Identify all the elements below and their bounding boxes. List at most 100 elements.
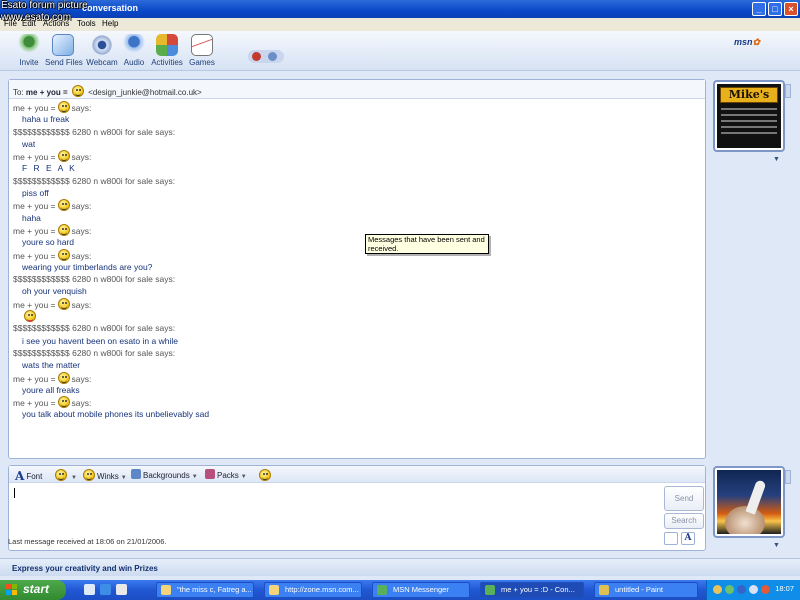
message-text: oh your venquish — [13, 285, 701, 297]
sender-name: me + you = — [13, 152, 56, 163]
message-body: piss off — [22, 188, 49, 199]
webcam-button[interactable]: Webcam — [84, 34, 120, 67]
messenger-icon — [485, 585, 495, 595]
backgrounds-button[interactable]: Backgrounds ▼ — [131, 469, 198, 480]
says-label: says: — [71, 201, 92, 212]
taskbar-item-conversation[interactable]: me + you = :D - Con... — [480, 582, 584, 598]
smiley-icon — [57, 396, 70, 409]
message-text: i see you havent been on esato in a whil… — [13, 335, 701, 347]
packs-button[interactable]: Packs ▼ — [205, 469, 247, 480]
taskbar-item-paint[interactable]: untitled - Paint — [594, 582, 698, 598]
format-bar: A Font ▼ Winks ▼ Backgrounds ▼ Packs ▼ — [9, 466, 705, 483]
message-sender-line: $$$$$$$$$$$$ 6280 n w800i for sale says: — [13, 347, 701, 359]
contact-email: <design_junkie@hotmail.co.uk> — [88, 88, 202, 97]
text-mode-icon[interactable]: A — [681, 532, 695, 545]
games-icon — [191, 34, 213, 56]
message-sender-line: me + you = says: — [13, 297, 701, 310]
sender-name: me + you = — [13, 398, 56, 409]
chevron-down-icon[interactable]: ▼ — [773, 542, 780, 549]
expand-handle[interactable] — [785, 84, 791, 98]
message-text: youre so hard — [13, 236, 701, 248]
media-player-icon[interactable] — [116, 584, 127, 595]
message-sender-line: me + you = says: — [13, 396, 701, 409]
mikes-logo-image: Mike's — [717, 84, 781, 148]
font-icon: A — [15, 469, 25, 483]
menu-bar: File Edit Actions Tools Help — [0, 18, 800, 31]
smiley-icon — [57, 199, 70, 212]
smiley-icon — [57, 223, 70, 236]
my-display-picture[interactable]: ▼ — [713, 466, 785, 549]
sender-name: me + you = — [13, 103, 56, 113]
contact-display-picture[interactable]: Mike's ▼ — [713, 80, 785, 163]
smiley-icon — [57, 371, 70, 384]
emoticon-button[interactable]: ▼ — [53, 469, 77, 481]
conversation-panel: To: me + you = <design_junkie@hotmail.co… — [8, 79, 706, 459]
sender-name: me + you = — [13, 299, 56, 310]
start-button[interactable]: start — [0, 580, 66, 600]
message-body: haha u freak — [22, 114, 70, 125]
messenger-tray-icon[interactable] — [725, 585, 734, 594]
promo-banner[interactable]: Express your creativity and win Prizes — [0, 558, 800, 576]
backgrounds-icon — [131, 469, 141, 479]
winks-button[interactable]: Winks ▼ — [81, 469, 127, 481]
taskbar-item-zone[interactable]: http://zone.msn.com... — [264, 582, 362, 598]
security-icon[interactable] — [761, 585, 770, 594]
expand-handle[interactable] — [785, 470, 791, 484]
show-desktop-icon[interactable] — [84, 584, 95, 595]
message-text: wearing your timberlands are you? — [13, 261, 701, 273]
message-body: i see you havent been on esato in a whil… — [22, 335, 178, 346]
activities-button[interactable]: Activities — [149, 34, 185, 67]
says-label: says: — [155, 347, 176, 358]
nudge-button[interactable] — [257, 469, 273, 481]
message-sender-line: $$$$$$$$$$$$ 6280 n w800i for sale says: — [13, 322, 701, 334]
status-bar: Last message received at 18:06 on 21/01/… — [8, 537, 167, 546]
close-button[interactable]: × — [784, 2, 798, 16]
sender-name: me + you = — [13, 225, 56, 236]
message-body: you talk about mobile phones its unbelie… — [22, 409, 210, 420]
minimize-button[interactable]: _ — [752, 2, 766, 16]
message-text: wat — [13, 138, 701, 150]
says-label: says: — [71, 373, 92, 384]
message-history[interactable]: me + you = says: haha u freak $$$$$$$$$$$$ … — [9, 99, 705, 423]
tongue-smiley-icon — [24, 310, 36, 323]
paint-icon[interactable] — [268, 52, 277, 61]
sender-name: $$$$$$$$$$$$ 6280 n w800i for sale — [13, 323, 153, 334]
search-button[interactable]: Search — [664, 513, 704, 529]
taskbar-item-forum[interactable]: "the miss c, Fatreg a... — [156, 582, 254, 598]
chevron-down-icon[interactable]: ▼ — [773, 156, 780, 163]
says-label: says: — [71, 398, 92, 409]
taskbar: start "the miss c, Fatreg a... http://zo… — [0, 580, 800, 600]
says-label: says: — [155, 126, 176, 137]
menu-help[interactable]: Help — [102, 19, 118, 28]
contact-name: me + you = — [25, 88, 68, 97]
sender-name: $$$$$$$$$$$$ 6280 n w800i for sale — [13, 175, 153, 186]
block-icon[interactable] — [252, 52, 261, 61]
send-files-button[interactable]: Send Files — [45, 34, 83, 67]
taskbar-item-msn-messenger[interactable]: MSN Messenger — [372, 582, 470, 598]
network-icon[interactable] — [713, 585, 722, 594]
maximize-button[interactable]: □ — [768, 2, 782, 16]
send-button[interactable]: Send — [664, 486, 704, 511]
games-button[interactable]: Games — [184, 34, 220, 67]
nudge-icon — [259, 469, 271, 481]
handwriting-icon[interactable] — [664, 532, 678, 545]
says-label: says: — [71, 225, 92, 236]
invite-button[interactable]: Invite — [11, 34, 47, 67]
smiley-icon — [71, 85, 84, 97]
audio-button[interactable]: Audio — [116, 34, 152, 67]
says-label: says: — [155, 274, 176, 285]
browser-icon[interactable] — [100, 584, 111, 595]
title-bar: conversation _ □ × — [0, 0, 800, 18]
message-input[interactable] — [12, 486, 652, 531]
volume-icon[interactable] — [749, 585, 758, 594]
font-button[interactable]: A Font — [15, 469, 42, 483]
says-label: says: — [71, 103, 92, 113]
shuttle-launch-image — [717, 470, 781, 534]
bluetooth-icon[interactable] — [737, 585, 746, 594]
message-body: wats the matter — [22, 360, 81, 371]
says-label: says: — [71, 152, 92, 163]
text-cursor — [14, 488, 15, 498]
smiley-icon — [57, 297, 70, 310]
paint-icon — [599, 585, 609, 595]
system-tray: 18:07 — [706, 580, 800, 600]
